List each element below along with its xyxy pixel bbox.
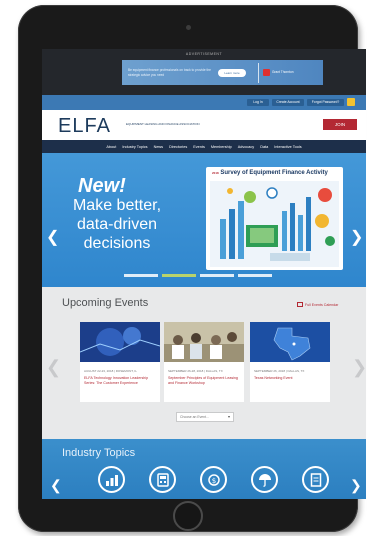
carousel-indicator-1[interactable] <box>124 274 158 277</box>
event-date: AUGUST 22-23, 2018 | ROSEMONT, IL <box>84 369 137 373</box>
carousel-indicator-4[interactable] <box>238 274 272 277</box>
hero-carousel: New! Make better, data-driven decisions … <box>42 153 366 287</box>
website-screen: ADVERTISEMENT Be equipment finance profe… <box>42 49 366 499</box>
ad-label: ADVERTISEMENT <box>185 52 223 56</box>
topics-prev-icon[interactable]: ❮ <box>50 477 62 494</box>
events-next-icon[interactable]: ❯ <box>352 357 366 378</box>
search-icon[interactable] <box>347 98 355 106</box>
choose-event-label: Choose an Event... <box>180 415 209 419</box>
event-card[interactable]: SEPTEMBER 26-28, 2018 | DALLAS, TX Septe… <box>164 322 244 402</box>
event-image-workshop <box>164 322 244 362</box>
ad-partner: Grant Thornton <box>263 69 294 76</box>
events-title: Upcoming Events <box>62 297 149 309</box>
nav-item-advocacy[interactable]: Advocacy <box>238 145 254 149</box>
survey-year: 2018 <box>212 171 219 175</box>
upcoming-events-section: Upcoming Events Full Events Calendar ❮ ❯… <box>42 287 366 439</box>
nav-item-events[interactable]: Events <box>193 145 205 149</box>
survey-illustration <box>210 181 339 267</box>
nav-item-directories[interactable]: Directories <box>169 145 187 149</box>
survey-report-card[interactable]: 2018 Survey of Equipment Finance Activit… <box>206 167 343 270</box>
ad-banner[interactable]: Be equipment finance professionals on tr… <box>122 60 323 85</box>
home-button[interactable] <box>173 501 203 531</box>
nav-item-interactive-tools[interactable]: Interactive Tools <box>274 145 301 149</box>
calendar-link-label: Full Events Calendar <box>305 302 339 307</box>
main-nav: About Industry Topics News Directories E… <box>42 140 366 153</box>
nav-item-industry-topics[interactable]: Industry Topics <box>122 145 147 149</box>
survey-title-text: Survey of Equipment Finance Activity <box>220 170 328 176</box>
forgot-password-button[interactable]: Forgot Password? <box>307 99 344 106</box>
event-card[interactable]: SEPTEMBER 26, 2018 | DALLAS, TX Texas Ne… <box>250 322 330 402</box>
chevron-down-icon: ▾ <box>227 414 230 419</box>
event-image-tech <box>79 322 161 362</box>
nav-item-data[interactable]: Data <box>260 145 268 149</box>
join-button[interactable]: JOIN <box>323 119 357 130</box>
events-prev-icon[interactable]: ❮ <box>46 357 61 378</box>
bar-chart-icon[interactable] <box>98 466 125 493</box>
event-date: SEPTEMBER 26-28, 2018 | DALLAS, TX <box>168 369 223 373</box>
event-title[interactable]: Texas Networking Event <box>250 374 330 381</box>
event-image-texas <box>250 322 330 362</box>
hero-headline: Make better, data-driven decisions <box>54 196 180 253</box>
carousel-indicators <box>124 274 272 277</box>
carousel-indicator-3[interactable] <box>200 274 234 277</box>
topics-next-icon[interactable]: ❯ <box>350 477 362 494</box>
svg-text:$: $ <box>211 477 215 485</box>
create-account-button[interactable]: Create Account <box>272 99 304 106</box>
survey-title: 2018 Survey of Equipment Finance Activit… <box>212 170 340 177</box>
utility-bar: Log In Create Account Forgot Password? <box>42 95 366 110</box>
nav-item-about[interactable]: About <box>106 145 116 149</box>
nav-item-membership[interactable]: Membership <box>211 145 232 149</box>
login-button[interactable]: Log In <box>247 99 269 106</box>
calculator-icon[interactable] <box>149 466 176 493</box>
industry-topics-section: Industry Topics ❮ ❯ $ <box>42 439 366 499</box>
hero-line-3: decisions <box>83 235 151 252</box>
umbrella-icon[interactable] <box>251 466 278 493</box>
nav-item-news[interactable]: News <box>154 145 164 149</box>
carousel-next-icon[interactable]: ❯ <box>350 227 363 247</box>
elfa-logo[interactable]: ELFA <box>58 115 111 138</box>
event-card[interactable]: AUGUST 22-23, 2018 | ROSEMONT, IL ELFA T… <box>79 322 161 402</box>
event-date: SEPTEMBER 26, 2018 | DALLAS, TX <box>254 369 305 373</box>
site-header: ELFA EQUIPMENT LEASING AND FINANCE ASSOC… <box>42 110 366 140</box>
ad-body: Be equipment finance professionals on tr… <box>128 68 211 77</box>
hero-line-2: data-driven <box>76 216 158 233</box>
calendar-icon <box>297 302 303 307</box>
document-icon[interactable] <box>302 466 329 493</box>
hero-line-1: Make better, <box>72 197 162 214</box>
partner-logo-icon <box>263 69 270 76</box>
event-title[interactable]: ELFA Technology Innovation Leadership Se… <box>80 374 160 385</box>
logo-subtitle: EQUIPMENT LEASING AND FINANCE ASSOCIATIO… <box>126 122 200 126</box>
carousel-prev-icon[interactable]: ❮ <box>46 227 59 247</box>
advertisement-bar: ADVERTISEMENT Be equipment finance profe… <box>42 49 366 95</box>
hero-new-label: New! <box>78 175 126 197</box>
tablet-frame: ADVERTISEMENT Be equipment finance profe… <box>18 5 366 532</box>
choose-event-select[interactable]: Choose an Event... ▾ <box>176 412 234 422</box>
ad-divider <box>258 62 259 83</box>
ad-partner-name: Grant Thornton <box>272 70 294 75</box>
money-icon[interactable]: $ <box>200 466 227 493</box>
camera-icon <box>186 25 191 30</box>
ad-learn-more-button[interactable]: Learn more <box>218 68 246 77</box>
full-events-calendar-link[interactable]: Full Events Calendar <box>297 302 338 307</box>
event-title[interactable]: September Principles of Equipment Leasin… <box>164 374 244 385</box>
carousel-indicator-2[interactable] <box>162 274 196 277</box>
topics-title: Industry Topics <box>62 447 136 459</box>
